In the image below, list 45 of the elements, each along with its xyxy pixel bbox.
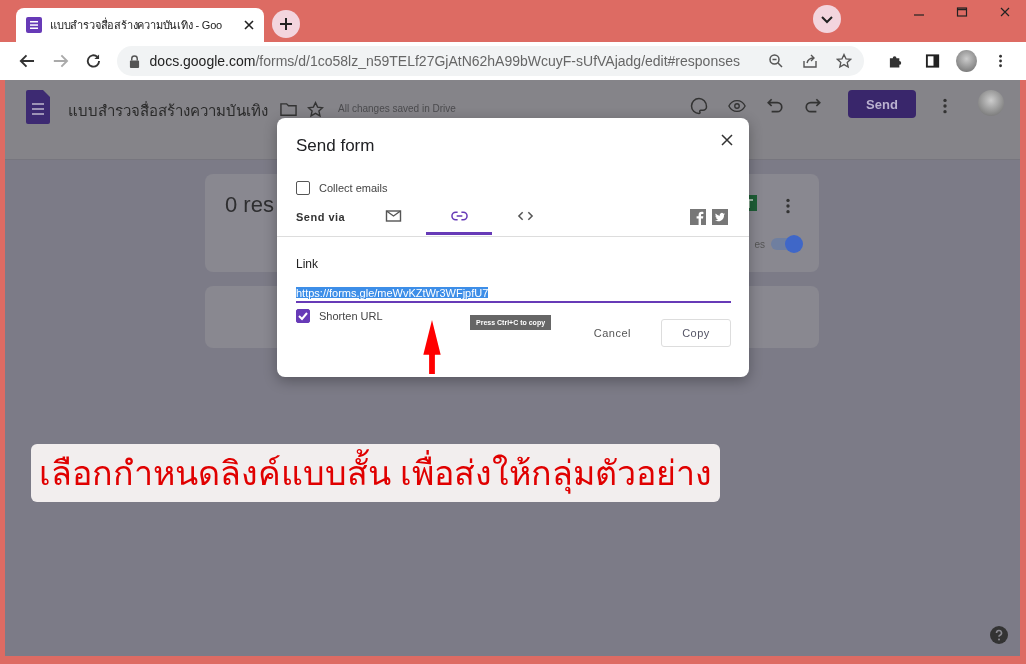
undo-icon[interactable]	[766, 97, 784, 115]
zoom-icon[interactable]	[767, 53, 784, 69]
redo-icon[interactable]	[804, 97, 822, 115]
close-icon[interactable]	[721, 134, 733, 146]
send-button[interactable]: Send	[848, 90, 916, 118]
address-bar[interactable]: docs.google.com/forms/d/1co58lz_n59TELf27GjAtN62hA99bWcuyF-sUfVAjadg/edit#responses	[116, 46, 864, 76]
forms-icon	[26, 17, 42, 33]
facebook-icon[interactable]	[690, 209, 706, 225]
link-icon	[450, 209, 468, 222]
help-icon[interactable]	[990, 626, 1008, 644]
forms-icon[interactable]	[26, 90, 50, 124]
annotation-text: เลือกกำหนดลิงค์แบบสั้น เพื่อส่งให้กลุ่มตัวอย่าง	[31, 444, 721, 502]
browser-tab[interactable]: แบบสำรวจสื่อสร้างความบันเทิง - Goo	[16, 8, 264, 42]
form-title[interactable]: แบบสำรวจสื่อสร้างความบันเทิง	[68, 99, 268, 123]
link-label: Link	[296, 257, 319, 271]
avatar[interactable]	[956, 50, 977, 72]
maximize-icon[interactable]	[956, 6, 968, 18]
collect-emails-checkbox[interactable]	[296, 181, 310, 195]
chevron-down-icon[interactable]	[813, 5, 841, 33]
close-icon[interactable]	[244, 20, 254, 30]
eye-icon[interactable]	[728, 97, 746, 115]
twitter-icon[interactable]	[712, 209, 728, 225]
puzzle-icon[interactable]	[887, 53, 904, 69]
star-icon[interactable]	[307, 101, 324, 118]
dialog-title: Send form	[296, 136, 375, 157]
copy-button[interactable]: Copy	[661, 319, 731, 347]
cancel-button[interactable]: Cancel	[579, 319, 645, 347]
checkbox-label: Shorten URL	[319, 310, 383, 322]
share-icon[interactable]	[801, 53, 818, 69]
palette-icon[interactable]	[690, 97, 708, 115]
tab-title: แบบสำรวจสื่อสร้างความบันเทิง - Goo	[50, 16, 223, 33]
shorten-url-checkbox[interactable]	[296, 309, 310, 323]
side-panel-icon[interactable]	[925, 53, 941, 69]
responses-heading: 0 res	[225, 192, 274, 219]
code-icon	[516, 209, 534, 222]
new-tab-button[interactable]	[272, 10, 300, 38]
url-text: docs.google.com/forms/d/1co58lz_n59TELf27GjAtN62hA99bWcuyF-sUfVAjadg/edit#responses	[149, 53, 740, 69]
accepting-toggle[interactable]	[771, 238, 801, 250]
checkbox-label: Collect emails	[319, 182, 388, 194]
send-via-label: Send via	[296, 211, 346, 223]
star-icon[interactable]	[835, 53, 852, 69]
lock-icon	[128, 54, 140, 68]
mail-icon	[384, 209, 402, 222]
arrow-annotation	[422, 320, 442, 374]
folder-icon[interactable]	[280, 101, 297, 118]
